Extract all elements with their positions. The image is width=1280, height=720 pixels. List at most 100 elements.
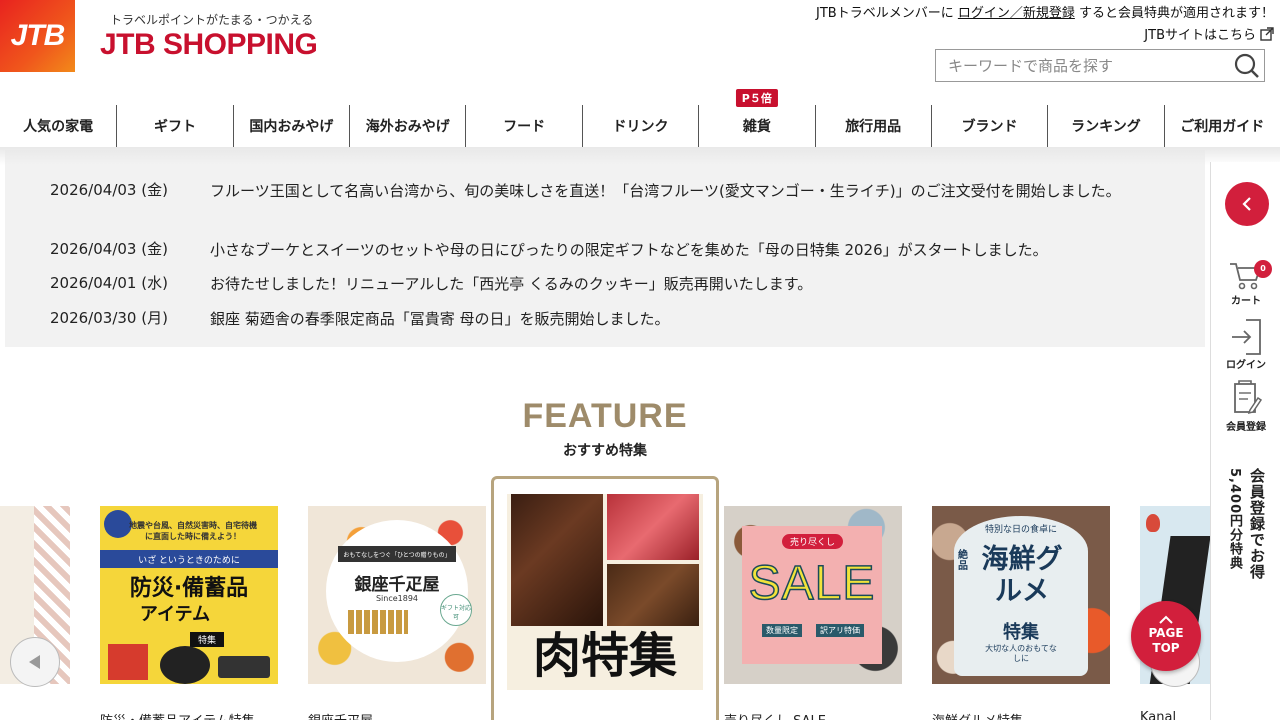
news-text: 銀座 菊廼舎の春季限定商品「冨貴寄 母の日」を販売開始しました。 [210, 310, 670, 328]
nav-item-guide[interactable]: ご利用ガイド [1163, 105, 1280, 147]
login-register-link[interactable]: ログイン／新規登録 [958, 6, 1075, 21]
card-img-title: 肉特集 [532, 628, 677, 684]
nav-shadow [0, 147, 1280, 165]
card-img-title: 防災·備蓄品 [129, 576, 249, 601]
register-label: 会員登録 [1226, 422, 1266, 433]
card-img-text: おもてなしをつぐ「ひとつの贈りもの」 [343, 552, 451, 559]
card-image: 売り尽くし SALE 数量限定 訳アリ特価 [724, 506, 902, 684]
card-label[interactable]: Kanal [1140, 710, 1176, 720]
feature-card-seafood[interactable]: 特別な日の食卓に 絶品 海鮮グルメ 特集 大切な人のおもてなしに [932, 506, 1110, 684]
nav-item-ranking[interactable]: ランキング [1047, 105, 1163, 147]
card-img-tag: ギフト対応可 [440, 594, 472, 626]
logo-text: JTB [10, 19, 66, 52]
external-link-icon [1260, 26, 1274, 41]
feature-card-meat[interactable]: 肉特集 [507, 494, 703, 690]
sidebar-collapse-button[interactable] [1225, 182, 1269, 226]
nav-label: 雑貨 [742, 119, 771, 135]
news-item[interactable]: 2026/04/03 (金) フルーツ王国として名高い台湾から、旬の美味しさを直… [50, 179, 1155, 203]
jtb-logo[interactable]: JTB [0, 0, 75, 72]
feature-card-sembikiya[interactable]: おもてなしをつぐ「ひとつの贈りもの」 銀座千疋屋 Since1894 ギフト対応… [308, 506, 486, 684]
feature-subtitle: おすすめ特集 [563, 443, 647, 459]
feature-card-sale[interactable]: 売り尽くし SALE 数量限定 訳アリ特価 [724, 506, 902, 684]
card-image: 特別な日の食卓に 絶品 海鮮グルメ 特集 大切な人のおもてなしに [932, 506, 1110, 684]
news-item[interactable]: 2026/04/01 (水) お待たせしました！リニューアルした「西光亭 くるみ… [50, 272, 1155, 296]
sidebar-login[interactable]: ログイン [1211, 318, 1280, 371]
news-date: 2026/04/01 (水) [50, 274, 168, 292]
nav-label: ランキング [1071, 119, 1141, 135]
card-image: 肉特集 [507, 494, 703, 690]
nav-item-food[interactable]: フード [465, 105, 581, 147]
points-badge: P５倍 [735, 89, 778, 107]
search-box [935, 49, 1265, 82]
card-image: 地震や台風、自然災害時、自宅待機に直面した時に備えよう！ いざ というときのため… [100, 506, 278, 684]
feature-card-bousai[interactable]: 地震や台風、自然災害時、自宅待機に直面した時に備えよう！ いざ というときのため… [100, 506, 278, 684]
jtb-site-link[interactable]: JTBサイトはこちら [1144, 24, 1274, 43]
triangle-left-icon [29, 655, 40, 669]
nav-label: 旅行用品 [845, 119, 902, 135]
card-label[interactable]: 銀座千疋屋 [308, 710, 373, 720]
news-text: フルーツ王国として名高い台湾から、旬の美味しさを直送！「台湾フルーツ(愛文マンゴ… [210, 182, 1121, 200]
news-text: 小さなブーケとスイーツのセットや母の日にぴったりの限定ギフトなどを集めた「母の日… [210, 241, 1048, 259]
nav-item-drink[interactable]: ドリンク [581, 105, 698, 147]
nav-label: フード [503, 119, 546, 135]
card-img-title: 海鮮グルメ [981, 544, 1063, 607]
nav-label: ブランド [961, 119, 1018, 135]
page-top-line1: PAGE [1148, 626, 1184, 640]
right-sidebar: カート 0 ログイン 会員登録 会員登録でお得 5,400円分特典 [1210, 162, 1280, 720]
nav-item-overseas-souvenirs[interactable]: 海外おみやげ [349, 105, 465, 147]
card-label[interactable]: 防災・備蓄品アイテム特集 [100, 710, 255, 720]
nav-item-brand[interactable]: ブランド [930, 105, 1047, 147]
chevron-up-icon [1159, 615, 1173, 624]
card-img-banner: いざ というときのために [138, 556, 240, 566]
card-img-text: 売り尽くし [782, 534, 844, 549]
card-label[interactable]: 海鮮グルメ特集 [932, 710, 1023, 720]
carousel-prev-button[interactable] [10, 637, 60, 687]
nav-label: 国内おみやげ [249, 119, 334, 135]
member-suffix: すると会員特典が適用されます！ [1074, 6, 1274, 21]
sidebar-cart[interactable]: カート 0 [1211, 258, 1280, 307]
nav-item-travel-goods[interactable]: 旅行用品 [814, 105, 931, 147]
card-img-title: 銀座千疋屋 [354, 575, 440, 595]
card-img-text: 地震や台風、自然災害時、自宅待機に直面した時に備えよう！ [129, 521, 257, 541]
nav-item-domestic-souvenirs[interactable]: 国内おみやげ [232, 105, 349, 147]
feature-carousel: 地震や台風、自然災害時、自宅待機に直面した時に備えよう！ いざ というときのため… [0, 476, 1210, 720]
news-text: お待たせしました！リニューアルした「西光亭 くるみのクッキー」販売再開いたします… [210, 275, 813, 293]
card-label[interactable]: 売り尽くし SALE [724, 710, 826, 720]
nav-label: ギフト [154, 119, 197, 135]
search-input[interactable] [936, 50, 1226, 81]
nav-label: ご利用ガイド [1180, 119, 1265, 135]
page-top-line2: TOP [1152, 641, 1180, 655]
login-label: ログイン [1226, 360, 1266, 371]
page-top-button[interactable]: PAGE TOP [1131, 601, 1201, 671]
sidebar-promo-line2[interactable]: 5,400円分特典 [1225, 468, 1244, 570]
brand-title[interactable]: JTB SHOPPING [100, 28, 318, 62]
card-img-tag: 特集 [190, 632, 225, 647]
news-item[interactable]: 2026/03/30 (月) 銀座 菊廼舎の春季限定商品「冨貴寄 母の日」を販売… [50, 307, 1155, 331]
nav-item-appliances[interactable]: 人気の家電 [0, 105, 116, 147]
card-img-tag: 特集 [1003, 622, 1039, 643]
card-img-text: 絶品 [958, 550, 968, 572]
feature-title: FEATURE [522, 397, 688, 435]
news-date: 2026/03/30 (月) [50, 309, 168, 327]
card-img-sub: 大切な人のおもてなしに [985, 644, 1057, 663]
jtb-site-label: JTBサイトはこちら [1144, 28, 1256, 43]
tagline: トラベルポイントがたまる・つかえる [110, 13, 314, 27]
main-nav: 人気の家電 ギフト 国内おみやげ 海外おみやげ フード ドリンク P５倍雑貨 旅… [0, 89, 1280, 147]
register-icon [1234, 380, 1263, 415]
cart-count-badge: 0 [1254, 260, 1272, 278]
news-date: 2026/04/03 (金) [50, 181, 168, 199]
nav-item-gift[interactable]: ギフト [116, 105, 232, 147]
card-img-text: 特別な日の食卓に [984, 525, 1057, 535]
chevron-left-icon [1242, 197, 1251, 211]
card-img-tag: 訳アリ特価 [816, 624, 864, 637]
sidebar-promo-line1[interactable]: 会員登録でお得 [1247, 468, 1268, 580]
card-img-sub: アイテム [139, 604, 211, 625]
nav-label: 海外おみやげ [365, 119, 450, 135]
cart-label: カート [1231, 296, 1261, 307]
nav-label: ドリンク [612, 119, 669, 135]
news-item[interactable]: 2026/04/03 (金) 小さなブーケとスイーツのセットや母の日にぴったりの… [50, 238, 1155, 262]
search-icon[interactable] [1234, 53, 1260, 79]
sidebar-register[interactable]: 会員登録 [1211, 380, 1280, 433]
site-header: JTB トラベルポイントがたまる・つかえる JTB SHOPPING JTBトラ… [0, 0, 1280, 105]
nav-item-goods[interactable]: P５倍雑貨 [698, 89, 814, 147]
